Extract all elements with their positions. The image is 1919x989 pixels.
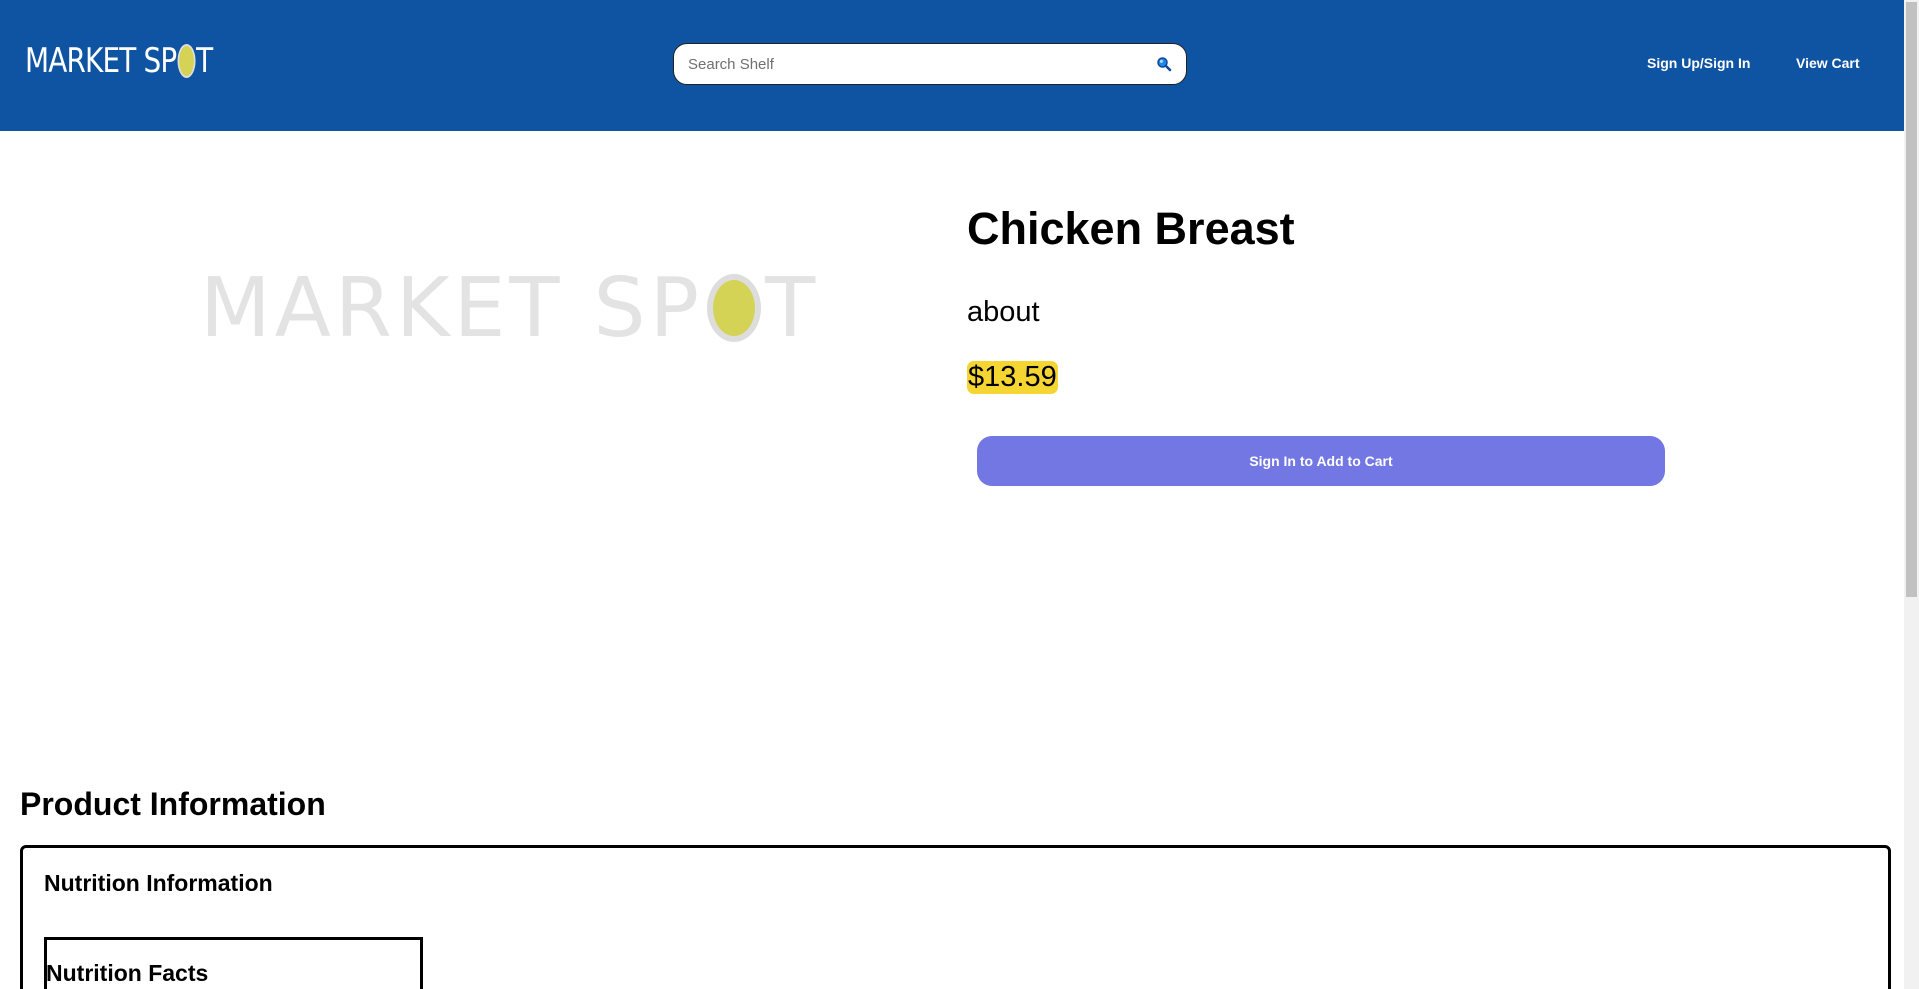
product-image: MARKET SP T [200,261,819,356]
view-cart-link[interactable]: View Cart [1796,55,1860,71]
site-logo[interactable]: MARKET SP T [25,40,253,82]
logo-text-end: T [196,41,213,81]
product-logo-text-start: MARKET SP [200,260,704,356]
logo-wordmark: MARKET SP T [25,41,213,81]
search-button[interactable] [1156,56,1172,72]
product-logo-text-end: T [765,260,820,356]
search-icon [1157,57,1172,72]
product-price: $13.59 [967,361,1058,394]
product-info-heading: Product Information [20,786,326,822]
search-input[interactable] [686,44,1130,85]
site-header: MARKET SP T Sign Up/Sign In View Cart [0,0,1904,131]
logo-text-start: MARKET SP [25,41,177,81]
logo-o-icon [177,44,196,78]
product-about: about [967,296,1040,328]
page-scrollbar[interactable] [1904,0,1919,989]
search-bar [673,43,1187,85]
signin-link[interactable]: Sign Up/Sign In [1647,55,1750,71]
nutrition-facts-title: Nutrition Facts [46,960,209,986]
product-image-logo: MARKET SP T [200,261,819,356]
product-logo-o-icon [707,274,762,342]
nutrition-info-heading: Nutrition Information [44,870,273,896]
scrollbar-thumb[interactable] [1906,2,1917,597]
product-title: Chicken Breast [967,203,1295,254]
product-page: MARKET SP T Sign Up/Sign In View Cart MAR… [0,0,1919,989]
signin-to-add-to-cart-button[interactable]: Sign In to Add to Cart [977,436,1665,486]
